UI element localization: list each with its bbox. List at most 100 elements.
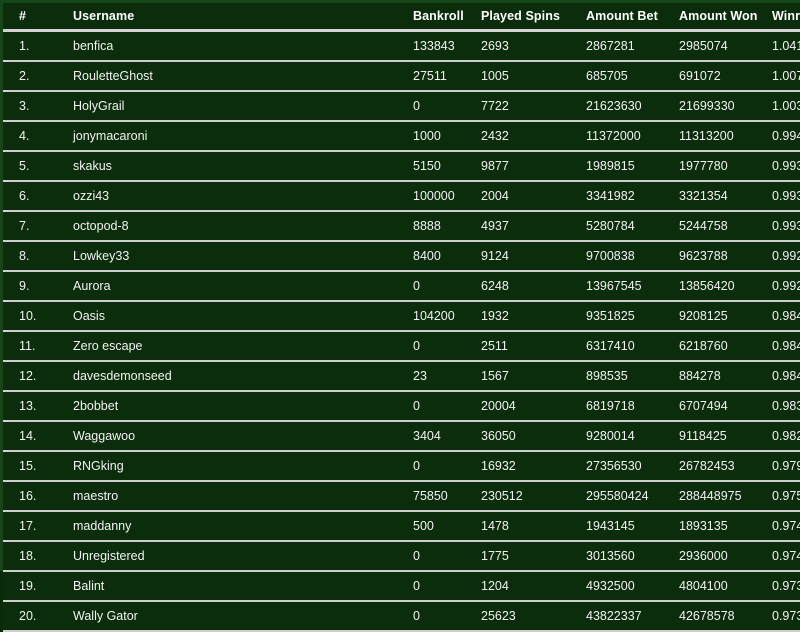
table-row[interactable]: 11.Zero escape02511631741062187600.98438… — [3, 331, 800, 362]
cell-rank: 11. — [3, 331, 61, 362]
cell-played-spins: 1204 — [481, 571, 586, 602]
column-header-played-spins[interactable]: Played Spins — [481, 3, 586, 32]
cell-bankroll: 0 — [413, 391, 481, 422]
cell-amount-bet: 3341982 — [586, 181, 679, 212]
column-header-username[interactable]: Username — [61, 3, 413, 32]
cell-username: Zero escape — [61, 331, 413, 362]
table-row[interactable]: 2. RouletteGhost 27511 1005 685705 691072 1.00… — [3, 61, 800, 92]
cell-played-spins: 7722 — [481, 91, 586, 122]
table-row[interactable]: 4. jonymacaroni 1000 2432 11372000 11313200 0.… — [3, 121, 800, 152]
cell-rank: 20. — [3, 601, 61, 632]
cell-played-spins: 25623 — [481, 601, 586, 632]
cell-played-spins: 6248 — [481, 271, 586, 302]
cell-username: Waggawoo — [61, 421, 413, 452]
cell-bankroll: 75850 — [413, 481, 481, 512]
table-row[interactable]: 1.benfica1338432693286728129850741.04108… — [3, 30, 800, 62]
table-row[interactable]: 17.maddanny5001478194314518931350.974263… — [3, 511, 800, 542]
header-row: # Username Bankroll Played Spins Amount … — [3, 3, 800, 32]
cell-played-spins: 16932 — [481, 451, 586, 482]
table-row[interactable]: 14.Waggawoo340436050928001491184250.9825… — [3, 421, 800, 452]
cell-amount-bet: 43822337 — [586, 601, 679, 632]
table-row[interactable]: 7.octopod-888884937528078452447580.99317… — [3, 211, 800, 242]
column-header-rank[interactable]: # — [3, 3, 61, 32]
column-header-bankroll[interactable]: Bankroll — [413, 3, 481, 32]
cell-amount-won: 9208125 — [679, 301, 772, 332]
cell-amount-bet: 9280014 — [586, 421, 679, 452]
cell-winrate: 0.9920441 — [772, 271, 800, 302]
cell-amount-bet: 1943145 — [586, 511, 679, 542]
cell-bankroll: 23 — [413, 361, 481, 392]
cell-rank: 2. — [3, 61, 61, 92]
cell-rank: 15. — [3, 451, 61, 482]
cell-amount-bet: 4932500 — [586, 571, 679, 602]
table-row[interactable]: 5.skakus51509877198981519777800.9939517 — [3, 151, 800, 182]
cell-amount-bet: 898535 — [586, 361, 679, 392]
cell-rank: 7. — [3, 211, 61, 242]
cell-played-spins: 2432 — [481, 121, 586, 152]
table-row[interactable]: 12. davesdemonseed 23 1567 898535 884278 0.984… — [3, 361, 800, 392]
cell-username: Balint — [61, 571, 413, 602]
cell-played-spins: 1567 — [481, 361, 586, 392]
cell-played-spins: 2004 — [481, 181, 586, 212]
cell-bankroll: 0 — [413, 451, 481, 482]
cell-rank: 16. — [3, 481, 61, 512]
cell-winrate: 0.9790150 — [772, 451, 800, 482]
cell-amount-won: 691072 — [679, 61, 772, 92]
cell-username: HolyGrail — [61, 91, 413, 122]
table-row[interactable]: 9.Aurora0624813967545138564200.9920441 — [3, 271, 800, 302]
cell-username: Wally Gator — [61, 601, 413, 632]
table-row[interactable]: 13.2bobbet020004681971867074940.9835442 — [3, 391, 800, 422]
table-row[interactable]: 19.Balint01204493250048041000.9739686 — [3, 571, 800, 602]
cell-username: RouletteGhost — [61, 61, 413, 92]
cell-winrate: 0.9742630 — [772, 541, 800, 572]
cell-amount-bet: 13967545 — [586, 271, 679, 302]
cell-amount-bet: 6317410 — [586, 331, 679, 362]
cell-amount-bet: 5280784 — [586, 211, 679, 242]
cell-winrate: 0.9920574 — [772, 241, 800, 272]
cell-bankroll: 3404 — [413, 421, 481, 452]
cell-winrate: 1.0078270 — [772, 61, 800, 92]
cell-username: Aurora — [61, 271, 413, 302]
cell-amount-bet: 1989815 — [586, 151, 679, 182]
cell-rank: 10. — [3, 301, 61, 332]
cell-rank: 8. — [3, 241, 61, 272]
table-row[interactable]: 20. Wally Gator 0 25623 43822337 42678578 0.97… — [3, 601, 800, 632]
cell-username: davesdemonseed — [61, 361, 413, 392]
cell-rank: 4. — [3, 121, 61, 152]
cell-amount-bet: 2867281 — [586, 30, 679, 62]
cell-winrate: 0.9835442 — [772, 391, 800, 422]
table-row[interactable]: 6.ozzi431000002004334198233213540.993827… — [3, 181, 800, 212]
cell-rank: 13. — [3, 391, 61, 422]
cell-winrate: 0.9739686 — [772, 571, 800, 602]
cell-bankroll: 1000 — [413, 121, 481, 152]
table-row[interactable]: 8.Lowkey3384009124970083896237880.992057… — [3, 241, 800, 272]
cell-username: benfica — [61, 30, 413, 62]
cell-played-spins: 4937 — [481, 211, 586, 242]
cell-winrate: 1.0035008 — [772, 91, 800, 122]
cell-amount-won: 2985074 — [679, 30, 772, 62]
cell-bankroll: 8888 — [413, 211, 481, 242]
cell-winrate: 0.9948294 — [772, 121, 800, 152]
cell-username: RNGking — [61, 451, 413, 482]
cell-bankroll: 500 — [413, 511, 481, 542]
table-row[interactable]: 3.HolyGrail0772221623630216993301.003500… — [3, 91, 800, 122]
cell-bankroll: 100000 — [413, 181, 481, 212]
cell-amount-won: 26782453 — [679, 451, 772, 482]
table-row[interactable]: 10.Oasis1042001932935182592081250.984634… — [3, 301, 800, 332]
cell-winrate: 1.0410818 — [772, 30, 800, 62]
cell-bankroll: 0 — [413, 571, 481, 602]
cell-bankroll: 0 — [413, 271, 481, 302]
column-header-amount-bet[interactable]: Amount Bet — [586, 3, 679, 32]
cell-amount-won: 2936000 — [679, 541, 772, 572]
column-header-winrate[interactable]: Winrate — [772, 3, 800, 32]
column-header-amount-won[interactable]: Amount Won — [679, 3, 772, 32]
cell-username: maddanny — [61, 511, 413, 542]
cell-winrate: 0.9841331 — [772, 361, 800, 392]
table-row[interactable]: 16. maestro 75850 230512 295580424 288448975 0… — [3, 481, 800, 512]
cell-username: maestro — [61, 481, 413, 512]
cell-amount-won: 9118425 — [679, 421, 772, 452]
table-row[interactable]: 15.RNGking01693227356530267824530.979015… — [3, 451, 800, 482]
cell-amount-won: 11313200 — [679, 121, 772, 152]
table-row[interactable]: 18.Unregistered01775301356029360000.9742… — [3, 541, 800, 572]
cell-bankroll: 27511 — [413, 61, 481, 92]
